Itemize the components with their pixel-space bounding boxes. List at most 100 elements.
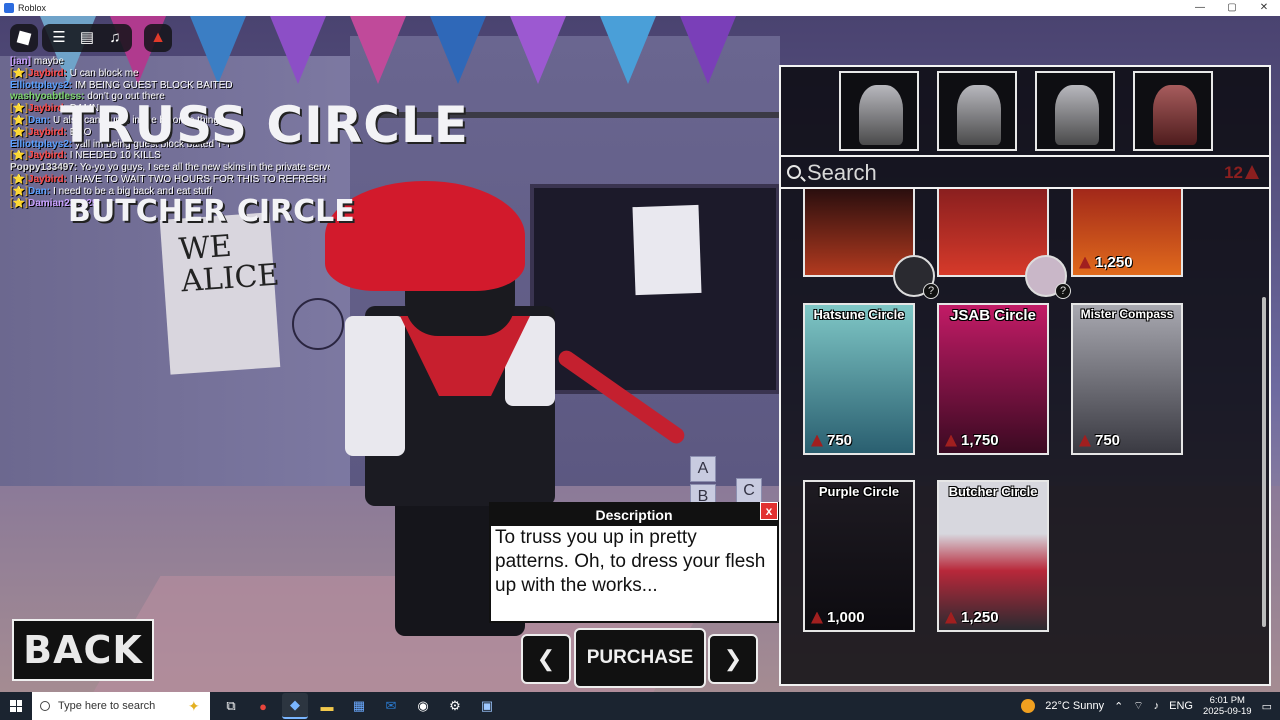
previous-skin-button[interactable]: ❮ xyxy=(521,634,571,684)
shop-search-input[interactable] xyxy=(807,160,1187,186)
tray-chevron-icon[interactable]: ⌃ xyxy=(1114,700,1123,713)
warning-triangle-icon[interactable]: ▲ xyxy=(144,24,172,52)
windows-taskbar: Type here to search ✦ ⧉ ● ◆ ▬ ▦ ✉ ◉ ⚙ ▣ … xyxy=(0,692,1280,720)
start-button[interactable] xyxy=(0,692,32,720)
help-question-icon[interactable]: ? xyxy=(1055,283,1071,299)
roblox-taskbar-icon[interactable]: ◆ xyxy=(282,693,308,719)
app-window-icon[interactable]: ▣ xyxy=(474,693,500,719)
skin-card-hatsune-circle[interactable]: Hatsune Circle 750 xyxy=(803,303,915,455)
chat-username[interactable]: [ian] xyxy=(10,56,31,67)
settings-gear-icon[interactable]: ⚙ xyxy=(442,693,468,719)
skin-art xyxy=(939,482,1047,630)
file-explorer-icon[interactable]: ▬ xyxy=(314,693,340,719)
headset-icon[interactable]: ♫ xyxy=(102,26,128,50)
description-title: Description xyxy=(491,504,777,526)
system-tray: 22°C Sunny ⌃ ⌔ ♪ ENG 6:01 PM 2025-09-19 … xyxy=(1021,692,1280,720)
skin-price: 1,750 xyxy=(945,432,999,449)
window-controls: — ▢ ✕ xyxy=(1184,0,1280,16)
scene-pentagram xyxy=(292,298,344,350)
hamburger-menu-icon[interactable]: ☰ xyxy=(46,26,72,50)
purchase-button[interactable]: PURCHASE xyxy=(574,628,706,688)
skin-name: Hatsune Circle xyxy=(813,307,905,322)
currency-icon xyxy=(1079,434,1091,447)
description-close-button[interactable]: x xyxy=(760,502,778,520)
description-text: To truss you up in pretty patterns. Oh, … xyxy=(495,527,766,596)
currency-icon xyxy=(945,434,957,447)
next-skin-button[interactable]: ❯ xyxy=(708,634,758,684)
chat-text: I HAVE TO WAIT TWO HOURS FOR THIS TO REF… xyxy=(69,173,327,185)
character-portrait xyxy=(1153,85,1197,145)
chat-message: [⭐]Jaybird: U can block me xyxy=(10,68,330,80)
chat-rank-tag: [⭐] xyxy=(10,67,29,79)
notifications-icon[interactable]: ▭ xyxy=(1262,700,1272,713)
character-tab-2[interactable] xyxy=(937,71,1017,151)
roblox-menu-button[interactable] xyxy=(10,24,38,52)
taskbar-search[interactable]: Type here to search ✦ xyxy=(32,692,210,720)
currency-balance: 12 xyxy=(1224,163,1243,182)
window-titlebar: Roblox — ▢ ✕ xyxy=(0,0,1280,16)
roblox-logo-icon xyxy=(16,30,32,46)
skin-price: 750 xyxy=(1079,432,1120,449)
chat-text: maybe xyxy=(33,56,64,67)
skin-card-mister-compass[interactable]: Mister Compass 750 xyxy=(1071,303,1183,455)
language-indicator[interactable]: ENG xyxy=(1169,700,1193,712)
skin-card-purple-circle[interactable]: Purple Circle 1,000 xyxy=(803,480,915,632)
scene-poster-graffiti: WE ALICE xyxy=(177,228,281,299)
skin-price: 1,250 xyxy=(945,609,999,626)
character-tabs xyxy=(839,71,1213,151)
chat-username[interactable]: Dan: xyxy=(28,115,50,126)
network-icon[interactable]: ⌔ xyxy=(1133,699,1143,713)
taskbar-search-placeholder: Type here to search xyxy=(58,700,156,712)
skin-name: Purple Circle xyxy=(818,484,900,499)
skin-price: 750 xyxy=(811,432,852,449)
skin-art xyxy=(939,305,1047,453)
chat-text: IM BEING GUEST BLOCK BAITED xyxy=(75,79,233,91)
character-tab-4[interactable] xyxy=(1133,71,1213,151)
outlook-icon[interactable]: ✉ xyxy=(378,693,404,719)
chat-text: U can block me xyxy=(69,67,139,79)
skin-card-butcher-circle[interactable]: Butcher Circle 1,250 xyxy=(937,480,1049,632)
chat-username[interactable]: Elliottplays2: xyxy=(10,80,72,91)
shop-scrollbar[interactable] xyxy=(1262,297,1266,627)
character-tab-1[interactable] xyxy=(839,71,919,151)
skin-name: Butcher Circle xyxy=(948,484,1038,499)
store-icon[interactable]: ▦ xyxy=(346,693,372,719)
minimize-button[interactable]: — xyxy=(1184,0,1216,16)
weather-text[interactable]: 22°C Sunny xyxy=(1045,700,1104,712)
chat-username[interactable]: Poppy133497: xyxy=(10,162,77,173)
character-portrait xyxy=(1055,85,1099,145)
task-view-icon[interactable]: ⧉ xyxy=(218,693,244,719)
close-window-button[interactable]: ✕ xyxy=(1248,0,1280,16)
roblox-quick-actions: ☰ ▤ ♫ xyxy=(42,24,132,52)
chat-rank-tag: [⭐] xyxy=(10,185,29,197)
obs-icon[interactable]: ◉ xyxy=(410,693,436,719)
clock-time: 6:01 PM xyxy=(1209,695,1245,706)
currency-icon xyxy=(811,434,823,447)
chat-username[interactable]: Jaybird: xyxy=(28,68,67,79)
volume-icon[interactable]: ♪ xyxy=(1154,700,1160,712)
skin-name: Mister Compass xyxy=(1080,307,1174,321)
chrome-icon[interactable]: ● xyxy=(250,693,276,719)
chat-username[interactable]: Dan: xyxy=(28,186,50,197)
avatar-hat xyxy=(325,181,525,291)
chat-rank-tag: [⭐] xyxy=(10,150,29,162)
clock[interactable]: 6:01 PM 2025-09-19 xyxy=(1203,695,1252,717)
character-portrait xyxy=(957,85,1001,145)
maximize-button[interactable]: ▢ xyxy=(1216,0,1248,16)
skin-card-jsab-circle[interactable]: JSAB Circle 1,750 xyxy=(937,303,1049,455)
character-tab-3[interactable] xyxy=(1035,71,1115,151)
selected-skin-subtitle: BUTCHER CIRCLE xyxy=(68,194,355,229)
description-box: Description To truss you up in pretty pa… xyxy=(489,502,779,623)
chat-icon[interactable]: ▤ xyxy=(74,26,100,50)
search-icon xyxy=(787,165,801,179)
skin-grid[interactable]: ? ? 1,250 Hatsune Circle 750 JSAB Circle… xyxy=(781,189,1269,684)
currency-icon xyxy=(1079,256,1091,269)
help-question-icon[interactable]: ? xyxy=(923,283,939,299)
chat-username[interactable]: Jaybird: xyxy=(28,174,67,185)
chat-message: [⭐]Jaybird: I HAVE TO WAIT TWO HOURS FOR… xyxy=(10,174,330,186)
chat-rank-tag: [⭐] xyxy=(10,173,29,185)
back-button[interactable]: BACK xyxy=(12,619,154,681)
skin-card-partial[interactable]: 1,250 xyxy=(1071,189,1183,277)
skin-shop-panel: 12 ? ? 1,250 Hatsune Circle 750 JSAB Cir… xyxy=(779,65,1271,686)
roblox-app-icon xyxy=(4,3,14,13)
